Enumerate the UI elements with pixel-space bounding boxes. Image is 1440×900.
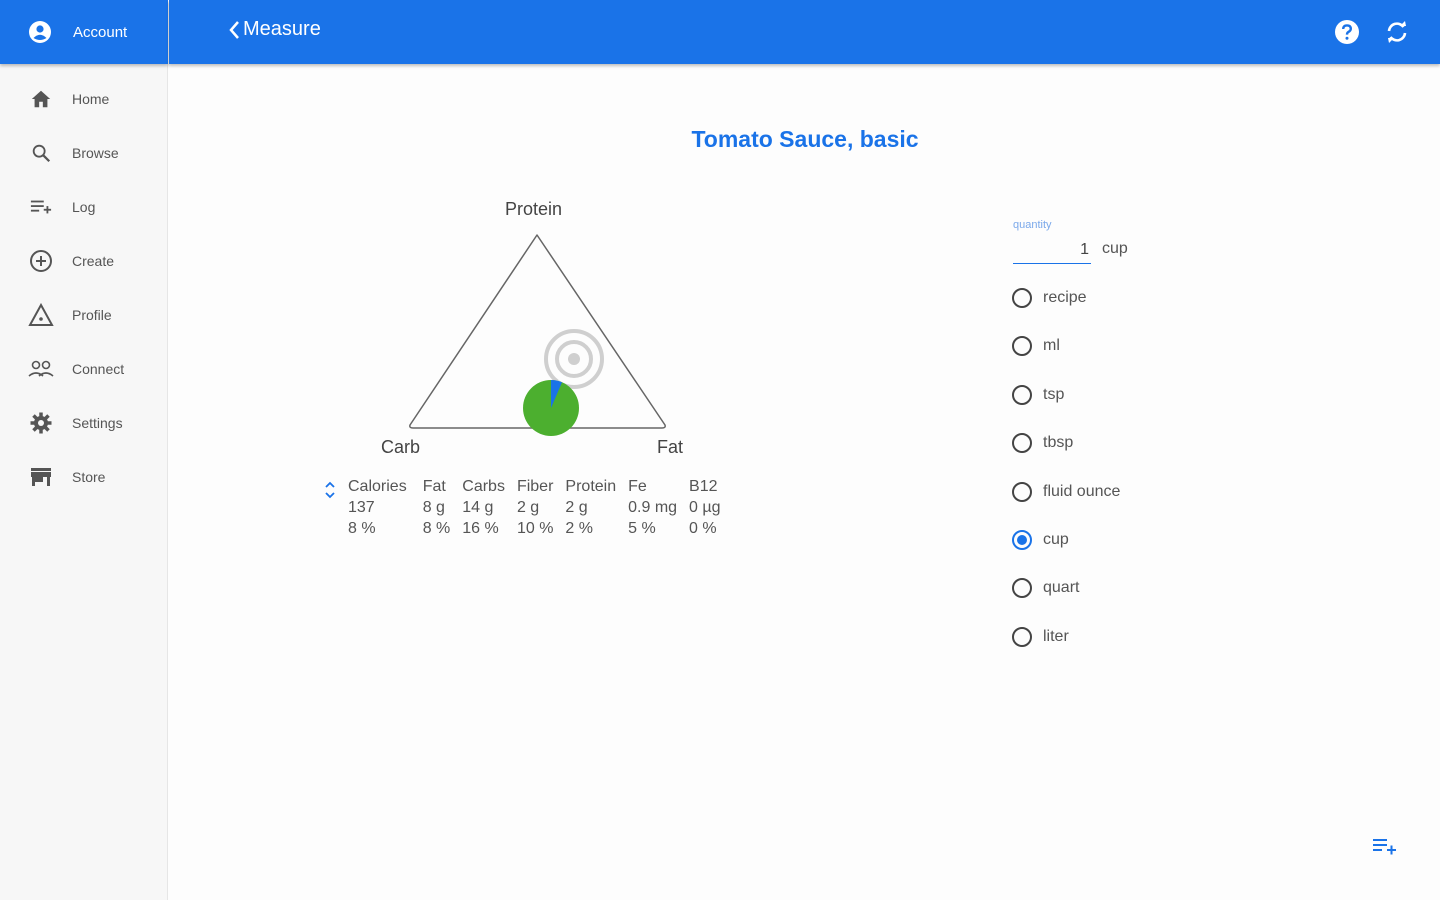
quantity-input[interactable]	[1013, 236, 1091, 264]
gear-icon	[28, 410, 54, 436]
unit-label: liter	[1043, 627, 1069, 645]
nutrient-percent: 0 %	[689, 519, 717, 537]
triangle-alert-icon	[28, 302, 54, 328]
sidebar-item-log[interactable]: Log	[0, 180, 168, 234]
home-icon	[28, 86, 54, 112]
account-button[interactable]: Account	[0, 0, 168, 64]
food-title: Tomato Sauce, basic	[691, 126, 919, 152]
sidebar-item-label: Connect	[72, 361, 125, 377]
nutrient-header[interactable]: Fiber	[511, 476, 559, 497]
sidebar-item-label: Log	[72, 199, 96, 215]
help-icon[interactable]	[1334, 19, 1360, 45]
nutrient-header[interactable]: Calories	[342, 476, 417, 497]
unit-option-tbsp[interactable]: tbsp	[1012, 430, 1120, 478]
macro-triangle-chart	[409, 234, 666, 436]
radio-button[interactable]	[1012, 481, 1032, 502]
sidebar-item-label: Home	[72, 91, 110, 107]
radio-button[interactable]	[1012, 288, 1032, 308]
nutrient-amount: 137	[348, 498, 375, 516]
sync-icon[interactable]	[1384, 19, 1410, 45]
playlist-add-icon	[28, 194, 54, 220]
triangle-label-protein: Protein	[505, 199, 563, 219]
sidebar-item-create[interactable]: Create	[0, 234, 168, 288]
unit-option-recipe[interactable]: recipe	[1012, 285, 1120, 333]
account-label: Account	[73, 23, 128, 41]
unit-option-liter[interactable]: liter	[1012, 624, 1120, 672]
sidebar-item-label: Settings	[72, 415, 123, 431]
unit-label: tsp	[1043, 385, 1065, 403]
nutrient-percent: 16 %	[462, 519, 499, 537]
nutrient-header[interactable]: Fe	[622, 476, 683, 497]
unit-label: ml	[1043, 337, 1060, 355]
nutrient-amount: 0.9 mg	[628, 498, 678, 516]
triangle-label-fat: Fat	[657, 437, 684, 457]
unit-label: quart	[1043, 579, 1080, 597]
add-circle-icon	[28, 248, 54, 274]
macro-pie-marker	[523, 380, 579, 436]
unit-label: fluid ounce	[1043, 482, 1121, 500]
nutrient-amount: 0 µg	[689, 498, 721, 516]
nutrient-percent-row: 8 % 8 % 16 % 10 % 2 % 5 % 0 %	[342, 518, 727, 539]
unit-radio-group: recipe ml tsp tbsp fluid ounce cup quart…	[1012, 285, 1120, 672]
sort-arrows-icon[interactable]	[322, 478, 338, 502]
nutrient-percent: 8 %	[348, 519, 376, 537]
top-app-bar: Measure	[169, 0, 1440, 64]
radio-button[interactable]	[1012, 578, 1032, 599]
sidebar-item-label: Browse	[72, 145, 119, 161]
sidebar-item-browse[interactable]: Browse	[0, 126, 168, 180]
unit-label: tbsp	[1043, 434, 1074, 452]
account-circle-icon	[29, 21, 51, 43]
nutrient-header[interactable]: Carbs	[456, 476, 511, 497]
sidebar-item-home[interactable]: Home	[0, 72, 168, 126]
radio-button[interactable]	[1012, 384, 1032, 405]
nutrient-amount: 14 g	[462, 498, 494, 516]
nutrient-amount: 8 g	[422, 498, 445, 516]
chevron-left-icon	[229, 20, 239, 39]
nutrient-header[interactable]: Fat	[417, 476, 457, 497]
sidebar-nav: Home Browse Log Create Profile Connect S…	[0, 72, 168, 504]
radio-button-selected[interactable]	[1012, 529, 1032, 550]
radio-button[interactable]	[1012, 433, 1032, 454]
sidebar-item-connect[interactable]: Connect	[0, 342, 168, 396]
sidebar-item-profile[interactable]: Profile	[0, 288, 168, 342]
unit-label: recipe	[1043, 289, 1087, 306]
unit-option-ml[interactable]: ml	[1012, 333, 1120, 381]
radio-button[interactable]	[1012, 336, 1032, 357]
unit-option-fluid-ounce[interactable]: fluid ounce	[1012, 479, 1120, 527]
nutrient-percent: 10 %	[516, 519, 554, 537]
quantity-unit: cup	[1102, 240, 1128, 257]
sidebar-item-label: Store	[72, 469, 106, 485]
sidebar: Account Home Browse Log Create Profile C…	[0, 0, 168, 900]
sidebar-item-label: Profile	[72, 307, 112, 323]
nutrient-amount-row: 137 8 g 14 g 2 g 2 g 0.9 mg 0 µg	[342, 497, 727, 518]
add-to-log-icon[interactable]	[1372, 836, 1398, 858]
sidebar-item-store[interactable]: Store	[0, 450, 168, 504]
page-title: Measure	[243, 18, 321, 40]
target-marker-icon	[544, 329, 604, 389]
search-icon	[28, 140, 54, 166]
nutrient-header[interactable]: B12	[683, 476, 726, 497]
triangle-label-carb: Carb	[381, 437, 421, 457]
quantity-label: quantity	[1013, 219, 1052, 231]
back-button[interactable]: Measure	[227, 18, 321, 41]
store-icon	[28, 464, 54, 490]
sidebar-item-settings[interactable]: Settings	[0, 396, 168, 450]
unit-option-quart[interactable]: quart	[1012, 575, 1120, 623]
nutrient-header-row: Calories Fat Carbs Fiber Protein Fe B12	[342, 476, 727, 497]
nutrient-amount: 2 g	[565, 498, 588, 516]
nutrient-percent: 2 %	[565, 519, 593, 537]
nutrient-amount: 2 g	[516, 498, 540, 516]
unit-option-cup[interactable]: cup	[1012, 527, 1120, 575]
nutrient-header[interactable]: Protein	[559, 476, 622, 497]
nutrient-percent: 5 %	[628, 519, 656, 537]
nutrient-percent: 8 %	[422, 519, 451, 537]
unit-option-tsp[interactable]: tsp	[1012, 382, 1120, 430]
sidebar-item-label: Create	[72, 253, 115, 269]
unit-label: cup	[1043, 530, 1069, 548]
nutrient-table: Calories Fat Carbs Fiber Protein Fe B12 …	[342, 476, 727, 539]
people-icon	[28, 356, 54, 382]
radio-button[interactable]	[1012, 626, 1032, 647]
